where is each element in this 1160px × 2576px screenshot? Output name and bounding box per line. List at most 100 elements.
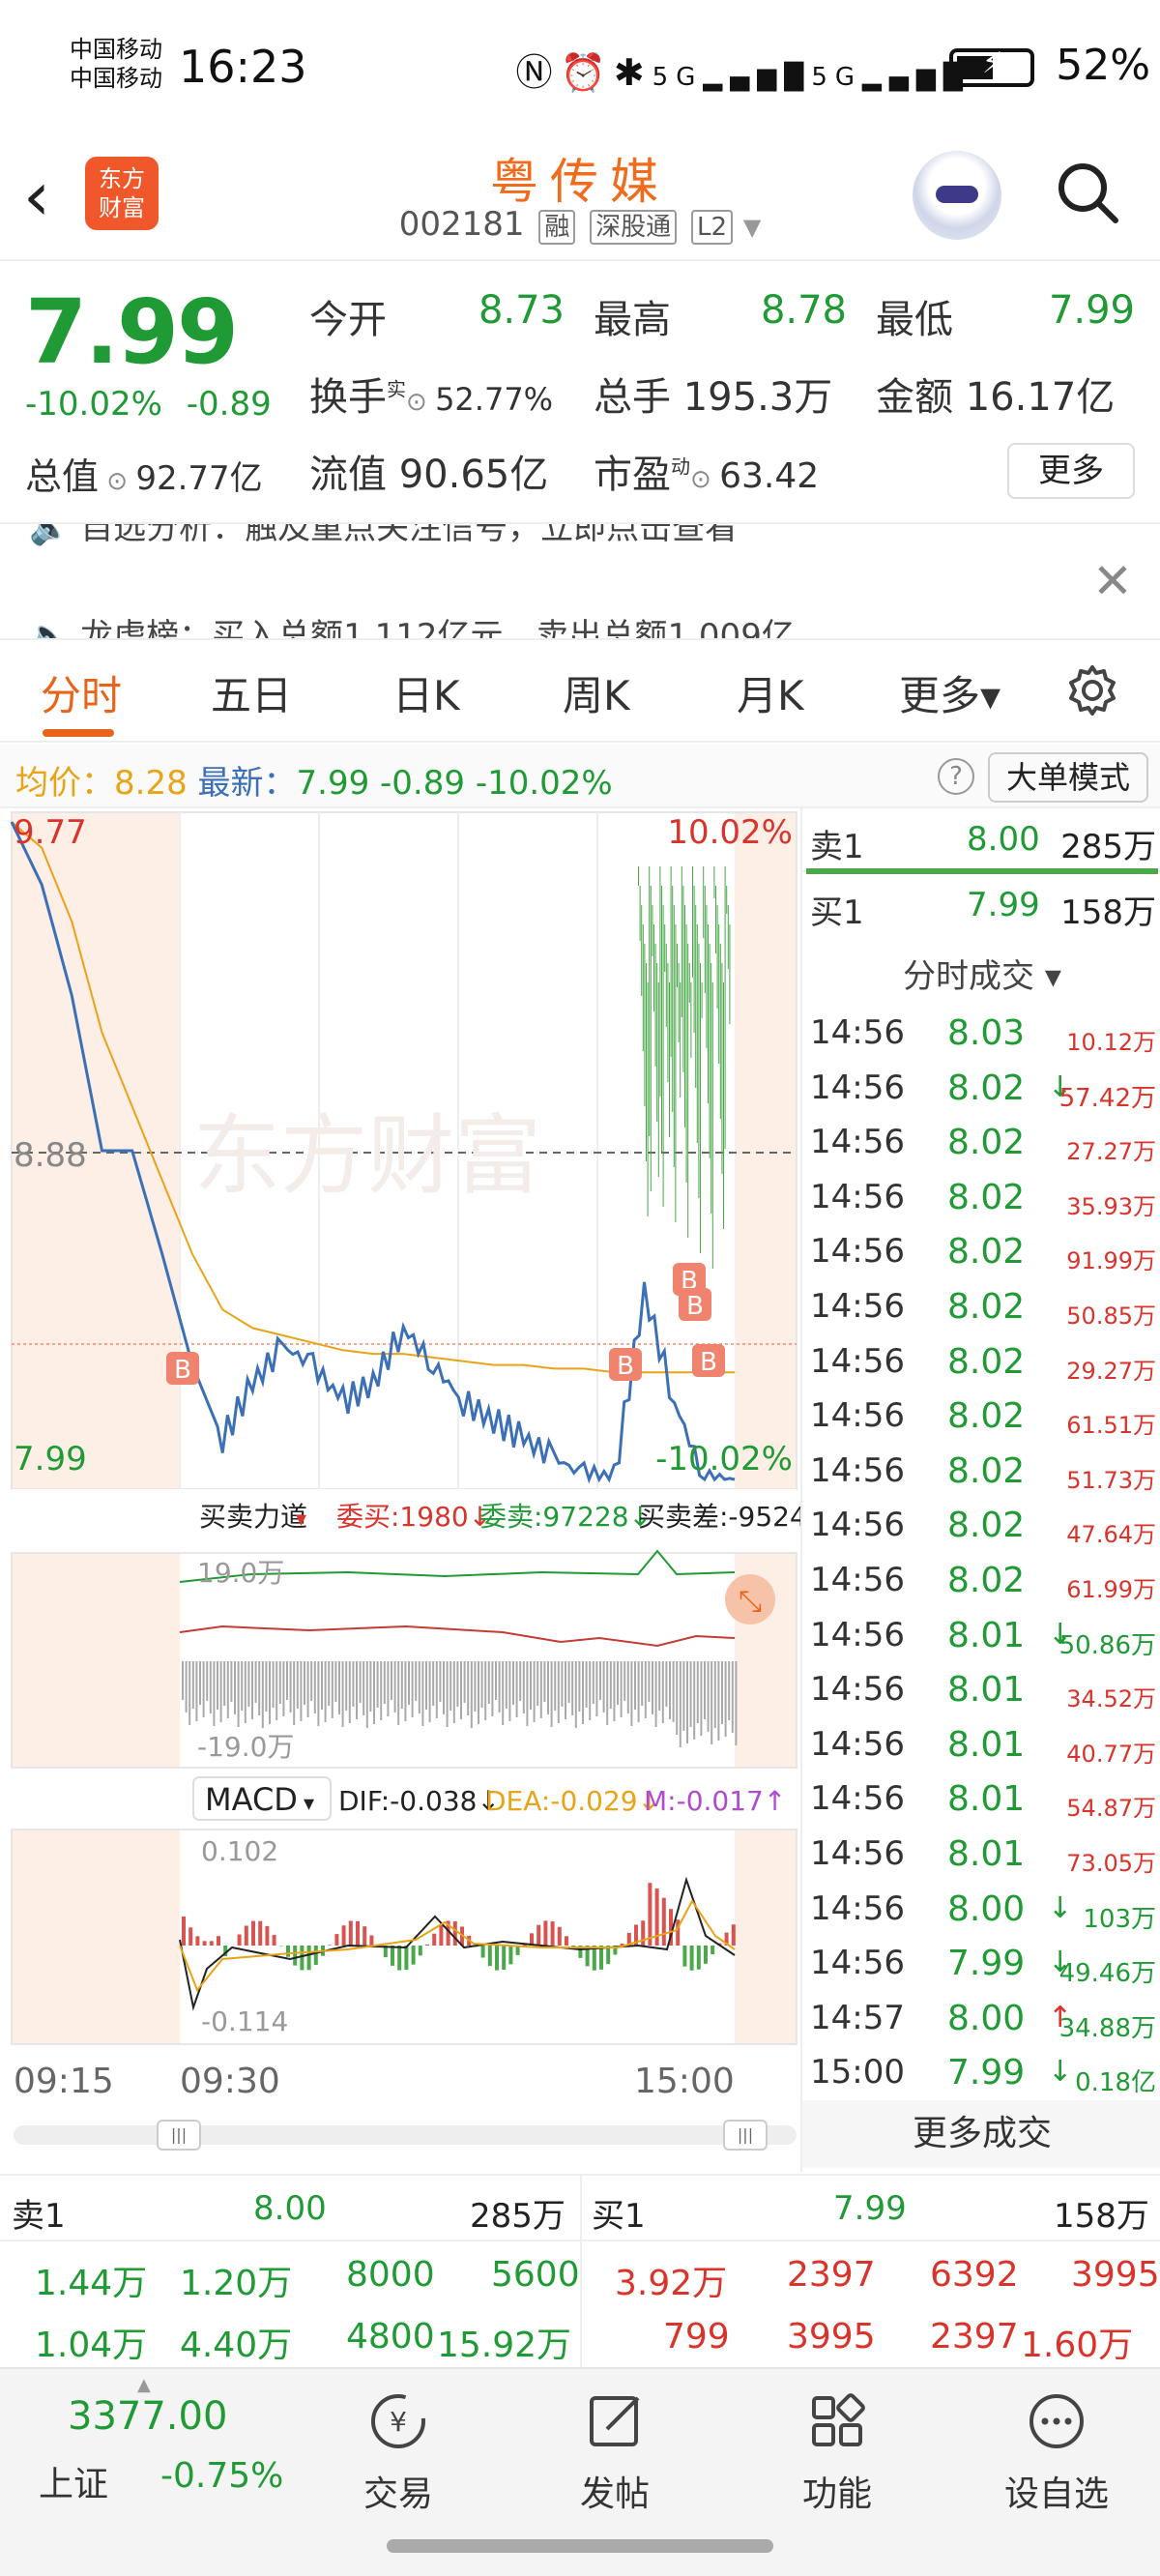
open-value: 8.73 [478,288,565,333]
help-icon[interactable]: ? [938,758,974,795]
slider-handle-right[interactable]: ||| [723,2120,768,2151]
svg-text:¥: ¥ [390,2406,407,2438]
bs-bar [707,1661,710,1732]
more-trades-button[interactable]: 更多成交 [802,2100,1160,2168]
bs-bar [341,1661,344,1727]
mktcap-value: 92.77亿 [135,459,263,498]
bs-bar [425,1661,427,1710]
bs-bar [735,1661,738,1745]
bs-bar [508,1661,511,1721]
macd-bar [217,1936,220,1946]
tab-daily-k[interactable]: 日K [392,663,460,722]
slider-handle-left[interactable]: ||| [157,2120,201,2151]
bs-bar [567,1661,570,1703]
bs-bar [439,1661,442,1702]
macd-m: M:-0.017↑ [644,1785,786,1817]
macd-bar [369,1935,374,1946]
assistant-robot-icon[interactable] [913,151,1001,240]
macd-title[interactable]: MACD [205,1781,298,1818]
tick-arrow: ↓ [1048,1890,1073,1925]
bs-bar [547,1661,549,1714]
bs-bar [387,1661,390,1716]
buy-signal-marker[interactable]: B [166,1352,199,1385]
eye-icon[interactable]: ⊙ [99,467,135,496]
more-button[interactable]: 更多 [1007,443,1135,499]
nav-trade[interactable]: ¥ 交易 [331,2379,466,2533]
notice-line-1[interactable]: 🔈 自选分析：触及重点关注信号，立即点击查看 [29,524,738,548]
svg-text:B: B [174,1356,191,1385]
tick-price: 8.02 [947,1123,1026,1163]
bs-bar [654,1661,657,1727]
depth-cell: 799 [663,2317,730,2356]
bs-bar [300,1661,303,1721]
tab-weekly-k[interactable]: 周K [563,663,630,722]
orderbook-sell-1[interactable]: 卖1 8.00 285万 [802,808,1160,874]
volume-bar [669,982,670,1137]
nav-post[interactable]: 发帖 [547,2379,682,2533]
intraday-chart[interactable]: 东方财富 9.77 8.88 7.99 10.02% -10.02% B B B… [0,808,800,2123]
orderbook-buy-1[interactable]: 买1 7.99 158万 [802,874,1160,938]
volume-bar [708,924,709,1103]
index-ticker[interactable]: ▲ 3377.00 上证 -0.75% [0,2369,319,2533]
bs-title[interactable]: 买卖力道 [199,1501,307,1533]
bs-bar [585,1661,588,1708]
depth-cell: 1.04万 [35,2326,148,2365]
tab-five-day[interactable]: 五日 [211,663,292,722]
notice-line-2[interactable]: 🔈 龙虎榜：买入总额1.112亿元，卖出总额1.009亿 [29,609,795,638]
eye-icon[interactable]: ⊙ [690,465,719,494]
time-range-slider[interactable]: ||| ||| [14,2120,797,2151]
volume-bar [687,944,689,1238]
bs-bar [644,1661,647,1718]
volume-bar [721,963,723,1174]
tab-intraday[interactable]: 分时 [41,663,122,722]
macd-bar [648,1883,652,1946]
volume-bar [653,924,654,1011]
bs-bar [359,1661,362,1703]
tick-volume: 54.87万 [1066,1795,1156,1823]
buy-signal-marker[interactable]: B [609,1348,642,1381]
bs-bar [276,1661,278,1720]
market-cap: 总值 ⊙ 92.77亿 [25,447,263,500]
tick-row: 14:56 8.01 ↓ 50.86万 [802,1612,1160,1666]
bs-bar [188,1661,191,1725]
carrier-labels: 中国移动 中国移动 [70,35,162,93]
eye-icon[interactable]: ⊙ [406,388,435,417]
home-indicator[interactable] [387,2539,773,2553]
nfc-icon: Ⓝ [515,51,561,94]
gear-icon[interactable] [1063,661,1121,719]
macd-bar [487,1946,492,1967]
volume-bar [650,886,652,1191]
tick-time: 14:56 [810,1561,905,1599]
tick-time: 14:56 [810,1450,905,1490]
bs-bar [452,1661,455,1723]
ticks-title[interactable]: 分时成交 ▾ [802,950,1160,997]
tab-more[interactable]: 更多▾ [899,663,1000,722]
pe-value: 63.42 [719,456,820,496]
buy-signal-marker[interactable]: B [692,1344,725,1377]
bs-bar [696,1661,699,1723]
volume-bar [677,944,678,987]
notice-bar[interactable]: 🔈 自选分析：触及重点关注信号，立即点击查看 ✕ 🔈 龙虎榜：买入总额1.112… [0,522,1160,638]
tab-monthly-k[interactable]: 月K [737,663,804,722]
tick-time: 14:56 [810,1834,905,1873]
stock-code: 002181 [398,205,525,244]
volume-bar [729,924,731,1024]
depth-cell: 3.92万 [615,2264,728,2303]
bs-bar [247,1661,250,1707]
nav-add-watchlist[interactable]: 设自选 [984,2379,1129,2533]
clock: 16:23 [179,41,307,93]
close-icon[interactable]: ✕ [1092,553,1133,609]
bs-bar [539,1661,542,1718]
tick-time: 15:00 [810,2053,905,2093]
buy-signal-marker[interactable]: B [679,1288,711,1321]
nav-functions[interactable]: 功能 [769,2379,905,2533]
volume-bar [646,963,647,1161]
pe-label: 市盈 [594,453,671,497]
search-icon[interactable] [1054,159,1121,226]
bs-bar [561,1661,564,1707]
tick-time: 14:56 [810,1670,905,1710]
bottom-nav: ▲ 3377.00 上证 -0.75% ¥ 交易 发帖 功能 设自选 [0,2367,1160,2576]
expand-icon[interactable]: ⤡ [725,1574,775,1625]
volume-bar [657,982,659,1177]
big-order-mode-button[interactable]: 大单模式 [988,752,1148,803]
